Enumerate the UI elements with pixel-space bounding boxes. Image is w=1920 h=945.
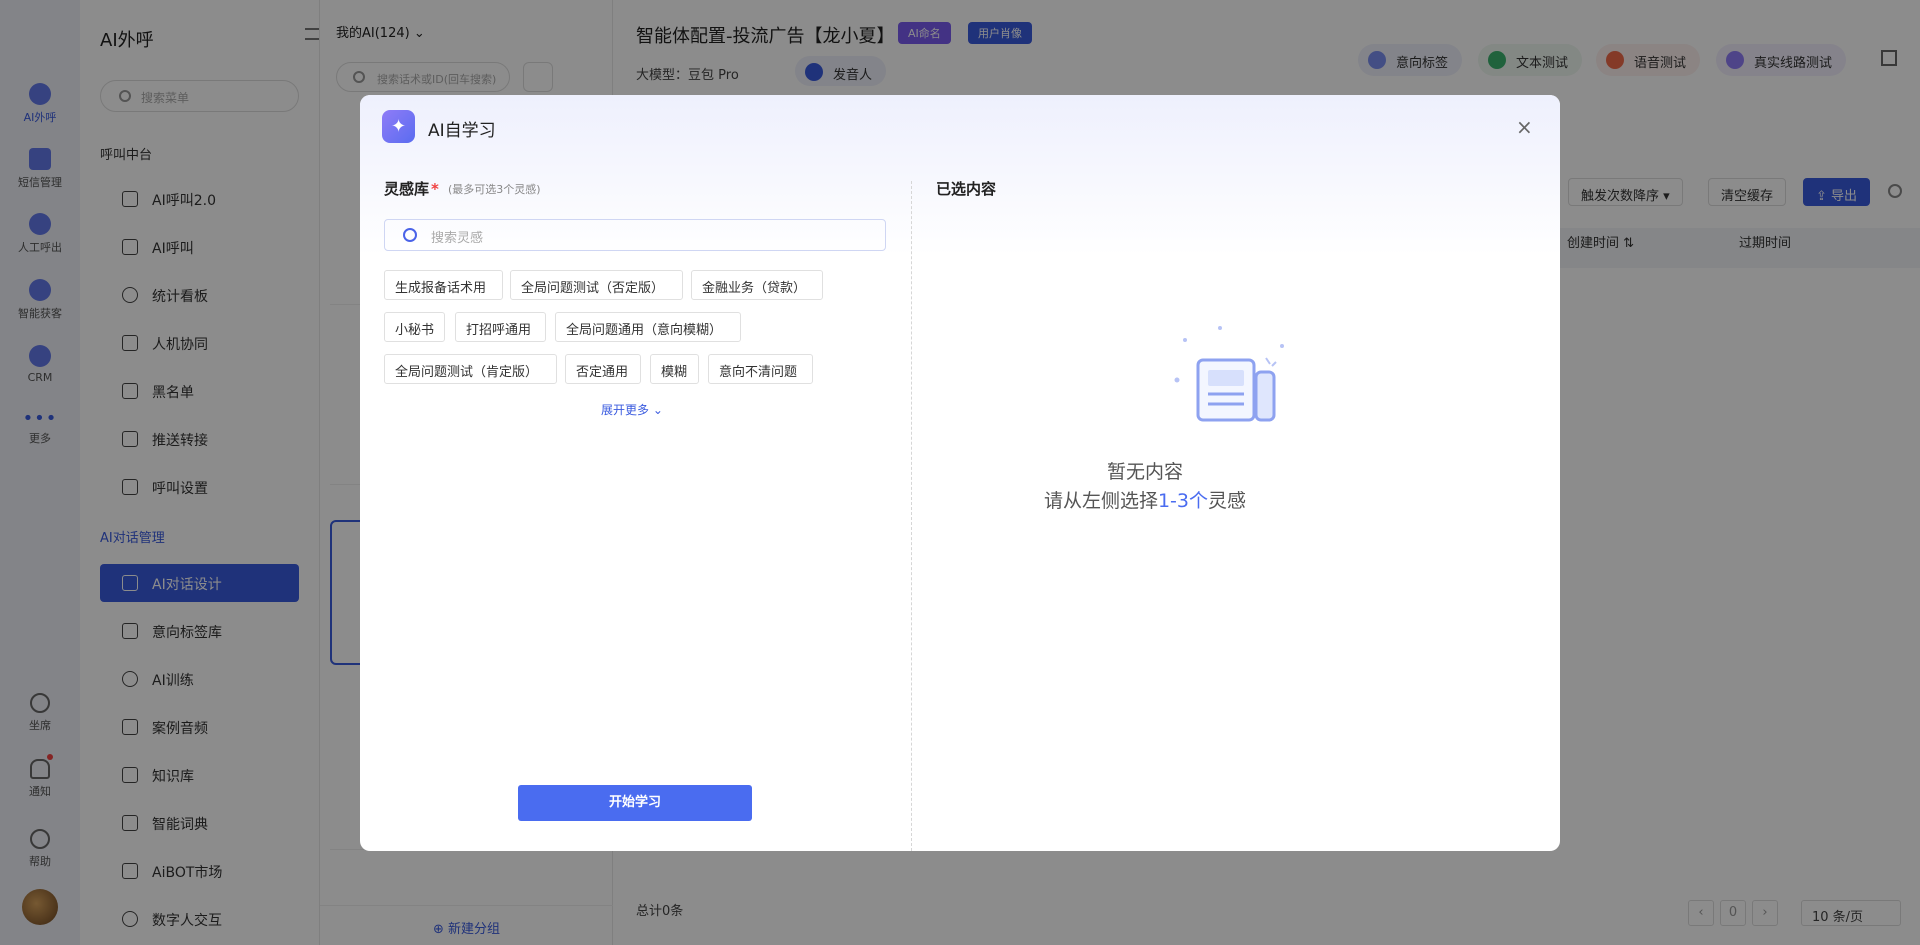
chip-greeting[interactable]: 打招呼通用 xyxy=(455,312,546,342)
chip-global-intent-vague[interactable]: 全局问题通用（意向模糊） xyxy=(555,312,741,342)
empty-state-title: 暂无内容 xyxy=(1106,461,1183,483)
search-icon xyxy=(403,228,417,242)
required-star: * xyxy=(431,180,439,198)
chip-report-script[interactable]: 生成报备话术用 xyxy=(384,270,503,300)
chip-finance-loan[interactable]: 金融业务（贷款） xyxy=(691,270,823,300)
chip-vague[interactable]: 模糊 xyxy=(650,354,699,384)
inspiration-search-input[interactable]: 搜索灵感 xyxy=(384,219,886,251)
empty-state-subtitle: 请从左侧选择1-3个灵感 xyxy=(1043,490,1247,512)
empty-document-icon xyxy=(1174,326,1284,422)
chip-unclear-intent[interactable]: 意向不清问题 xyxy=(708,354,813,384)
expand-more-link[interactable]: 展开更多 ⌄ xyxy=(601,401,663,418)
start-learning-button[interactable]: 开始学习 xyxy=(518,785,752,821)
modal-title: AI自学习 xyxy=(428,121,496,141)
chip-negative-general[interactable]: 否定通用 xyxy=(565,354,641,384)
ai-self-learning-modal: ✦ AI自学习 × 灵感库 * (最多可选3个灵感) 搜索灵感 生成报备话术用 全… xyxy=(360,95,1560,851)
chevron-down-icon: ⌄ xyxy=(652,403,663,417)
panel-divider xyxy=(911,181,912,851)
selected-content-label: 已选内容 xyxy=(936,180,997,198)
inspiration-library-label: 灵感库 * xyxy=(384,180,439,198)
close-icon[interactable]: × xyxy=(1516,115,1533,139)
chip-global-test-negative[interactable]: 全局问题测试（否定版） xyxy=(510,270,683,300)
chip-secretary[interactable]: 小秘书 xyxy=(384,312,445,342)
sparkle-icon: ✦ xyxy=(382,110,415,143)
max-select-hint: (最多可选3个灵感) xyxy=(448,183,541,196)
chip-global-test-positive[interactable]: 全局问题测试（肯定版） xyxy=(384,354,557,384)
